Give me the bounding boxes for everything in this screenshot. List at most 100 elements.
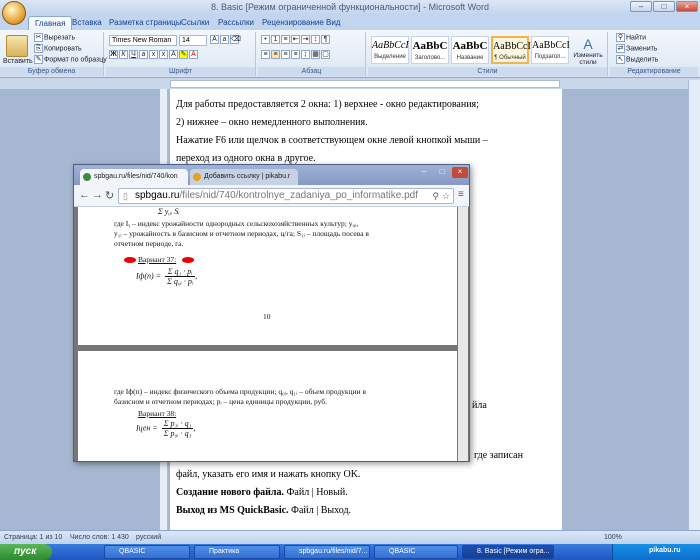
tab-references[interactable]: Ссылки bbox=[175, 16, 215, 30]
browser-minimize-button[interactable]: – bbox=[416, 167, 432, 178]
document-scrollbar[interactable] bbox=[688, 80, 700, 530]
shrink-font-icon: a bbox=[220, 35, 229, 44]
taskbar-item[interactable]: Практика bbox=[194, 545, 280, 559]
sort-icon[interactable]: ↕ bbox=[311, 35, 320, 44]
select-button[interactable]: ↖ Выделить bbox=[616, 55, 658, 64]
style-sample: AaBbC bbox=[452, 40, 488, 52]
doc-line-bold: Выход из MS QuickBasic. Файл | Выход. bbox=[176, 505, 351, 516]
pdf-line: y₁ᵢ – урожайность в базисном и отчетном … bbox=[114, 229, 369, 238]
subscript-icon[interactable]: x bbox=[149, 50, 158, 59]
increase-indent-icon[interactable]: ⇥ bbox=[301, 35, 310, 44]
font-color-icon[interactable]: А bbox=[189, 50, 198, 59]
menu-icon[interactable]: ≡ bbox=[458, 189, 464, 200]
tab-mailings[interactable]: Рассылки bbox=[212, 16, 260, 30]
font-group: Times New Roman 14 Aa ⌫ Ж К Ча x x А ✎ А Шрифт bbox=[106, 32, 256, 76]
style-subtitle[interactable]: AaBbCcI Подзагол... bbox=[531, 36, 570, 64]
word-count-status[interactable]: Число слов: 1 430 bbox=[70, 534, 129, 541]
star-icon[interactable]: ☆ bbox=[442, 189, 450, 203]
tab-view[interactable]: Вид bbox=[320, 16, 346, 30]
strikethrough-icon[interactable]: а bbox=[139, 50, 148, 59]
style-title[interactable]: AaBbC Название bbox=[451, 36, 489, 64]
bold-icon[interactable]: Ж bbox=[109, 50, 118, 59]
replace-button[interactable]: ⇄ Заменить bbox=[616, 44, 657, 53]
word-window-title: 8. Basic [Режим ограниченной функциональ… bbox=[210, 2, 489, 12]
align-center-icon[interactable]: ≡ bbox=[271, 50, 280, 59]
bold-text: Выход из MS QuickBasic. bbox=[176, 505, 289, 516]
taskbar-item[interactable]: QBASIC bbox=[104, 545, 190, 559]
pdf-viewer[interactable]: Σ y₀ᵢ Sᵢ где Iᵧ – индекс урожайности одн… bbox=[74, 207, 469, 461]
pdf-page-number: 10 bbox=[263, 312, 271, 321]
cut-button[interactable]: ✂ Вырезать bbox=[34, 33, 75, 42]
editing-group-label: Редактирование bbox=[610, 67, 698, 76]
font-size-combo[interactable]: 14 bbox=[179, 35, 207, 46]
style-emphasis[interactable]: AaBbCcI Выделение bbox=[371, 36, 409, 64]
paragraph-group-label: Абзац bbox=[258, 67, 365, 76]
align-right-icon[interactable]: ≡ bbox=[281, 50, 290, 59]
plain-text: Файл | Новый. bbox=[284, 487, 348, 498]
change-case-icon[interactable]: А bbox=[169, 50, 178, 59]
decrease-indent-icon[interactable]: ⇤ bbox=[291, 35, 300, 44]
highlight-icon[interactable]: ✎ bbox=[179, 50, 188, 59]
search-icon[interactable]: ⚲ bbox=[432, 189, 439, 203]
address-bar[interactable]: ▯ spbgau.ru/files/nid/740/kontrolnye_zada… bbox=[118, 188, 454, 204]
bullets-icon[interactable]: • bbox=[261, 35, 270, 44]
find-label: Найти bbox=[626, 34, 646, 42]
tab-insert[interactable]: Вставка bbox=[66, 16, 108, 30]
status-bar: Страница: 1 из 10 Число слов: 1 430 русс… bbox=[0, 530, 700, 544]
pilcrow-icon[interactable]: ¶ bbox=[321, 35, 330, 44]
back-icon[interactable]: ← bbox=[79, 189, 90, 201]
superscript-icon[interactable]: x bbox=[159, 50, 168, 59]
browser-tab-pdf[interactable]: spbgau.ru/files/nid/740/kon bbox=[80, 169, 188, 185]
italic-icon[interactable]: К bbox=[119, 50, 128, 59]
style-name: Название bbox=[456, 55, 484, 61]
multilevel-icon[interactable]: ≡ bbox=[281, 35, 290, 44]
line-spacing-icon[interactable]: ↨ bbox=[301, 50, 310, 59]
formula-lhs: Iцен = bbox=[136, 423, 158, 433]
word-title-bar: 8. Basic [Режим ограниченной функциональ… bbox=[0, 0, 700, 14]
copy-button[interactable]: ⎘ Копировать bbox=[34, 44, 82, 53]
find-button[interactable]: ⚲ Найти bbox=[616, 33, 646, 42]
justify-icon[interactable]: ≡ bbox=[291, 50, 300, 59]
numbering-icon[interactable]: 1 bbox=[271, 35, 280, 44]
tab-review[interactable]: Рецензирование bbox=[256, 16, 330, 30]
clear-format-icon: ⌫ bbox=[230, 35, 241, 44]
taskbar-item[interactable]: spbgau.ru/files/nid/7... bbox=[284, 545, 370, 559]
style-sample: AaBbCcI bbox=[372, 40, 409, 51]
maximize-button[interactable]: □ bbox=[653, 1, 675, 12]
close-button[interactable]: × bbox=[676, 1, 698, 12]
shading-icon[interactable]: ▦ bbox=[311, 50, 320, 59]
start-button[interactable]: пуск bbox=[0, 544, 52, 560]
align-left-icon[interactable]: ≡ bbox=[261, 50, 270, 59]
taskbar-item[interactable]: QBASIC bbox=[374, 545, 458, 559]
ribbon-tabs: Главная Вставка Разметка страницы Ссылки… bbox=[0, 14, 700, 30]
change-styles-label: Изменить стили bbox=[573, 52, 603, 66]
browser-tab-pikabu[interactable]: Добавить ссылку | pikabu.r bbox=[190, 169, 298, 185]
style-normal[interactable]: AaBbCcI ¶ Обычный bbox=[491, 36, 531, 64]
taskbar-item[interactable]: 8. Basic [Режим огра... bbox=[462, 545, 554, 559]
font-format-row: Ж К Ча x x А ✎ А bbox=[109, 50, 199, 59]
format-painter-button[interactable]: ✎ Формат по образцу bbox=[34, 55, 107, 64]
underline-icon[interactable]: Ч bbox=[129, 50, 138, 59]
pdf-line: отчетном периоде, га. bbox=[114, 239, 184, 248]
paste-icon[interactable] bbox=[6, 35, 28, 57]
pdf-scrollbar[interactable] bbox=[458, 207, 468, 461]
change-styles-button[interactable]: A Изменить стили bbox=[573, 36, 603, 66]
language-status[interactable]: русский bbox=[136, 534, 161, 541]
reload-icon[interactable]: ↻ bbox=[105, 189, 114, 202]
style-sample: AaBbC bbox=[412, 40, 448, 52]
office-button[interactable] bbox=[2, 1, 26, 25]
page-count-status[interactable]: Страница: 1 из 10 bbox=[4, 534, 62, 541]
variant-38-heading: Вариант 38: bbox=[138, 409, 177, 418]
grow-font-button[interactable]: Aa ⌫ bbox=[210, 35, 241, 44]
browser-close-button[interactable]: × bbox=[452, 167, 468, 178]
zoom-level[interactable]: 100% bbox=[604, 534, 622, 541]
pdf-paragraph: где Iф(п) – индекс физического объема пр… bbox=[114, 387, 449, 407]
borders-icon[interactable]: ▢ bbox=[321, 50, 330, 59]
browser-maximize-button[interactable]: □ bbox=[434, 167, 450, 178]
paste-button[interactable]: Вставить bbox=[3, 58, 33, 65]
forward-icon[interactable]: → bbox=[92, 189, 103, 201]
minimize-button[interactable]: – bbox=[630, 1, 652, 12]
font-name-combo[interactable]: Times New Roman bbox=[109, 35, 177, 46]
style-heading[interactable]: AaBbC Заголово... bbox=[411, 36, 449, 64]
change-styles-icon: A bbox=[583, 36, 593, 52]
